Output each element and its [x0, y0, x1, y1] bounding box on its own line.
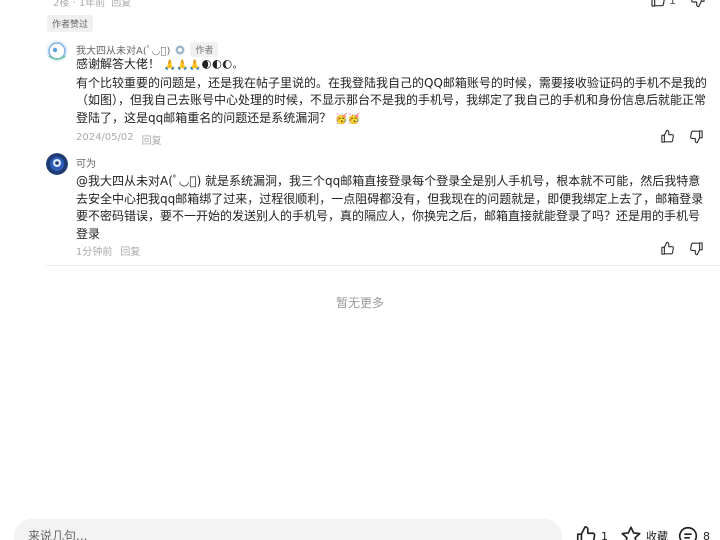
previous-comment-meta: 2楼 · 1年前 回复: [53, 0, 131, 9]
avatar[interactable]: [46, 40, 68, 62]
comment-count-button[interactable]: 8: [677, 525, 710, 540]
divider: [46, 265, 720, 266]
favorite-label: 收藏: [646, 530, 668, 540]
emoji-trail: 🥳🥳: [335, 113, 360, 125]
previous-comment-time: 2楼 · 1年前: [53, 0, 106, 9]
reply-button[interactable]: 回复: [142, 132, 162, 147]
reply-header: 可为: [76, 155, 96, 170]
no-more-text: 暂无更多: [335, 296, 384, 310]
thumbs-up-icon[interactable]: [660, 129, 675, 144]
comment-input[interactable]: [14, 519, 562, 540]
thumbs-down-icon[interactable]: [690, 0, 706, 8]
thumbs-up-icon: [576, 526, 596, 540]
author-tag: 作者: [190, 42, 219, 57]
reply-text-line: 感谢解答大佬！: [76, 57, 161, 71]
previous-like-count: 1: [669, 0, 676, 7]
level-badge-icon: [175, 45, 185, 54]
reply-meta: 1分钟前 回复: [76, 243, 140, 258]
star-icon: [621, 526, 641, 540]
author-liked-badge: 作者赞过: [47, 15, 94, 32]
reply-actions: [660, 129, 704, 144]
previous-like-button[interactable]: 1: [650, 0, 676, 8]
reply-item: 可为 @我大四从未对A(ﾟ◡ﾟ) 就是系统漏洞，我三个qq邮箱直接登录每个登录全…: [46, 153, 712, 263]
reply-meta: 2024/05/02 回复: [76, 132, 162, 147]
thumbs-down-icon[interactable]: [689, 129, 704, 144]
favorite-button[interactable]: 收藏: [620, 525, 668, 540]
reply-item: 我大四从未对A(ﾟ◡ﾟ) 作者 感谢解答大佬！ 🙏🙏🙏🌒🌓🌔。 有个比较重要的问…: [46, 40, 712, 147]
comment-icon: [678, 526, 698, 540]
emoji-row: 🙏🙏🙏🌒🌓🌔。: [163, 60, 243, 71]
like-button[interactable]: 1: [575, 525, 608, 540]
reply-text: 感谢解答大佬！ 🙏🙏🙏🌒🌓🌔。 有个比较重要的问题是，还是我在帖子里说的。在我登…: [76, 56, 708, 128]
thumbs-up-icon: [651, 0, 665, 7]
reply-date: 2024/05/02: [76, 132, 134, 143]
reply-username[interactable]: 我大四从未对A(ﾟ◡ﾟ): [76, 42, 170, 57]
comment-count: 8: [703, 529, 710, 540]
thumbs-up-icon[interactable]: [660, 241, 675, 256]
thumbs-down-icon[interactable]: [689, 241, 704, 256]
previous-comment-actions: 1: [650, 0, 706, 8]
reply-button[interactable]: 回复: [120, 243, 140, 258]
reply-text: @我大四从未对A(ﾟ◡ﾟ) 就是系统漏洞，我三个qq邮箱直接登录每个登录全是别人…: [76, 174, 704, 241]
previous-reply-button[interactable]: 回复: [111, 0, 131, 9]
reply-date: 1分钟前: [76, 247, 113, 258]
reply-header: 我大四从未对A(ﾟ◡ﾟ) 作者: [76, 42, 219, 57]
bottom-action-bar: 1 收藏 8: [0, 510, 720, 540]
reply-actions: [660, 241, 704, 256]
avatar[interactable]: [46, 153, 68, 175]
like-count: 1: [601, 529, 608, 540]
reply-text-rest: 有个比较重要的问题是，还是我在帖子里说的。在我登陆我自己的QQ邮箱账号的时候，需…: [76, 75, 707, 125]
reply-username[interactable]: 可为: [76, 155, 96, 170]
